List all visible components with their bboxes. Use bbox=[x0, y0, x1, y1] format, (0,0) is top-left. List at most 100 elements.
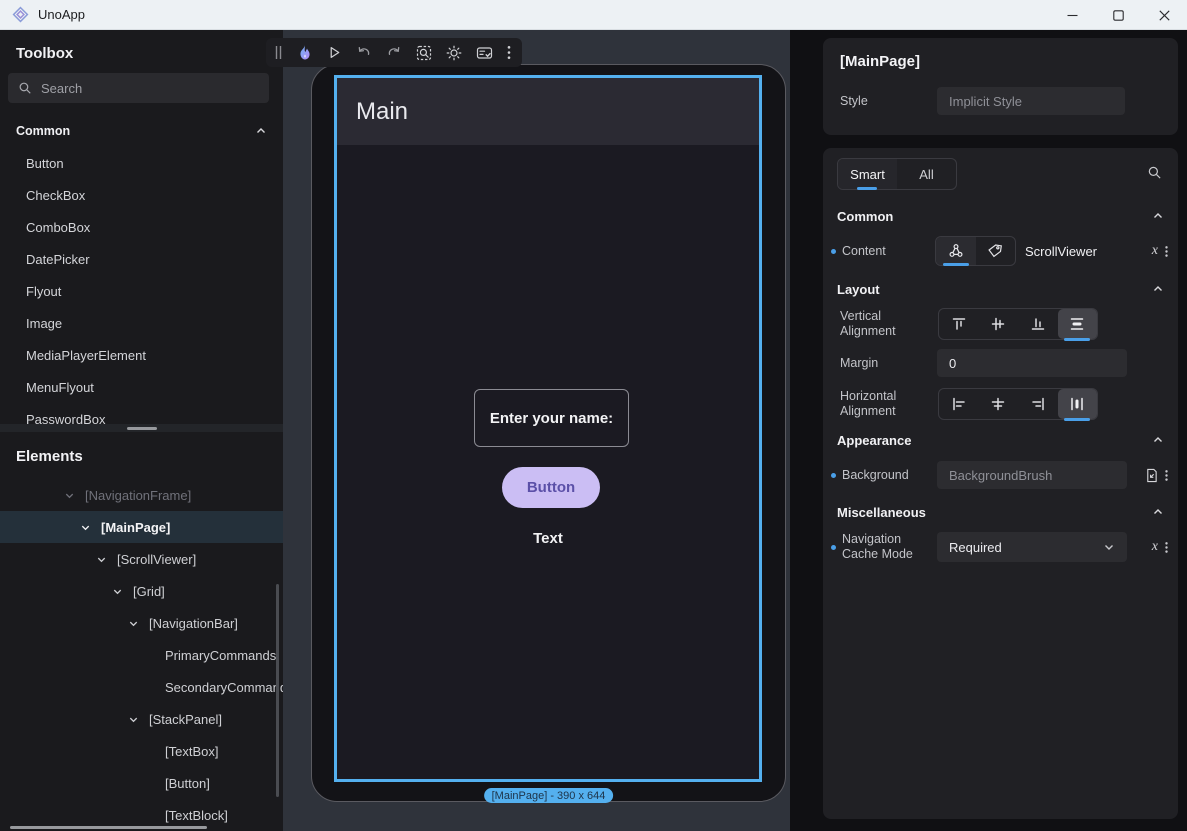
chevron-up-icon[interactable] bbox=[1152, 434, 1164, 446]
chevron-down-icon[interactable] bbox=[112, 586, 124, 597]
minimize-button[interactable] bbox=[1049, 0, 1095, 30]
property-tabs: Smart All bbox=[837, 158, 957, 190]
maximize-button[interactable] bbox=[1095, 0, 1141, 30]
chevron-up-icon[interactable] bbox=[1152, 506, 1164, 518]
visual-tree-icon[interactable] bbox=[936, 237, 976, 265]
tree-item-stackpanel[interactable]: [StackPanel] bbox=[0, 703, 283, 735]
tree-item-mainpage[interactable]: [MainPage] bbox=[0, 511, 283, 543]
tab-smart[interactable]: Smart bbox=[838, 159, 897, 189]
content-label: Content bbox=[840, 236, 932, 266]
splitter-grip-icon bbox=[127, 427, 157, 430]
tree-item-grid[interactable]: [Grid] bbox=[0, 575, 283, 607]
align-top-icon[interactable] bbox=[939, 309, 979, 339]
element-inspect-icon[interactable] bbox=[416, 45, 432, 61]
style-input[interactable]: Implicit Style bbox=[937, 87, 1125, 115]
drag-handle-icon[interactable] bbox=[274, 45, 283, 60]
tag-icon[interactable] bbox=[976, 237, 1016, 265]
design-toolbar bbox=[266, 38, 522, 67]
align-vstretch-icon[interactable] bbox=[1058, 309, 1098, 339]
align-vcenter-icon[interactable] bbox=[979, 309, 1019, 339]
more-vertical-icon[interactable] bbox=[1165, 469, 1168, 482]
align-hcenter-icon[interactable] bbox=[979, 389, 1019, 419]
group-active-indicator bbox=[1064, 338, 1090, 341]
tree-item-scrollviewer[interactable]: [ScrollViewer] bbox=[0, 543, 283, 575]
selected-element-card: [MainPage] Style Implicit Style bbox=[823, 38, 1178, 135]
app-window: UnoApp Toolbox Common bbox=[0, 0, 1187, 831]
inspector-title: [MainPage] bbox=[840, 48, 920, 74]
tree-horizontal-scrollbar[interactable] bbox=[10, 826, 207, 829]
tree-vertical-scrollbar[interactable] bbox=[276, 584, 279, 797]
page-surface[interactable]: Main Enter your name: Button Text bbox=[337, 78, 759, 779]
align-bottom-icon[interactable] bbox=[1018, 309, 1058, 339]
play-icon[interactable] bbox=[327, 45, 342, 60]
resource-document-icon[interactable] bbox=[1145, 468, 1158, 483]
toolbox-item-checkbox[interactable]: CheckBox bbox=[0, 179, 283, 211]
redo-icon[interactable] bbox=[386, 45, 402, 60]
group-active-indicator bbox=[1064, 418, 1090, 421]
hot-reload-flame-icon[interactable] bbox=[297, 44, 313, 61]
elements-title: Elements bbox=[16, 448, 83, 465]
properties-card: Smart All Common Content bbox=[823, 148, 1178, 819]
more-vertical-icon[interactable] bbox=[1165, 245, 1168, 258]
toolbox-item-menuflyout[interactable]: MenuFlyout bbox=[0, 371, 283, 403]
chevron-up-icon[interactable] bbox=[1152, 283, 1164, 295]
window-title: UnoApp bbox=[38, 7, 85, 22]
content-value: ScrollViewer bbox=[1025, 236, 1097, 266]
toolbox-search[interactable] bbox=[8, 73, 269, 103]
undo-icon[interactable] bbox=[356, 45, 372, 60]
toolbox-item-image[interactable]: Image bbox=[0, 307, 283, 339]
binding-icon[interactable]: x bbox=[1152, 243, 1158, 259]
horizontal-alignment-group bbox=[938, 388, 1098, 420]
chevron-up-icon[interactable] bbox=[255, 125, 267, 137]
navigation-cache-mode-select[interactable]: Required bbox=[937, 532, 1127, 562]
chevron-down-icon[interactable] bbox=[80, 522, 92, 533]
tree-item-secondarycommands[interactable]: SecondaryCommands bbox=[0, 671, 283, 703]
background-input[interactable]: BackgroundBrush bbox=[937, 461, 1127, 489]
tab-active-indicator bbox=[857, 187, 877, 190]
margin-input[interactable]: 0 bbox=[937, 349, 1127, 377]
panel-splitter[interactable] bbox=[0, 424, 283, 432]
close-button[interactable] bbox=[1141, 0, 1187, 30]
margin-label: Margin bbox=[840, 349, 932, 377]
align-hstretch-icon[interactable] bbox=[1058, 389, 1098, 419]
form-checklist-icon[interactable] bbox=[476, 45, 493, 61]
theme-sun-icon[interactable] bbox=[446, 45, 462, 61]
background-label: Background bbox=[840, 461, 932, 489]
toolbox-item-combobox[interactable]: ComboBox bbox=[0, 211, 283, 243]
tree-item-primarycommands[interactable]: PrimaryCommands bbox=[0, 639, 283, 671]
section-miscellaneous: Miscellaneous bbox=[837, 498, 1164, 526]
more-vertical-icon[interactable] bbox=[507, 45, 511, 60]
tree-item-navigationbar[interactable]: [NavigationBar] bbox=[0, 607, 283, 639]
navigation-bar[interactable]: Main bbox=[337, 78, 759, 145]
toolbox-item-flyout[interactable]: Flyout bbox=[0, 275, 283, 307]
more-vertical-icon[interactable] bbox=[1165, 541, 1168, 554]
designed-textblock[interactable]: Text bbox=[337, 530, 759, 547]
style-label: Style bbox=[840, 87, 932, 115]
navigation-cache-mode-label: Navigation Cache Mode bbox=[840, 532, 932, 562]
toolbox-item-mediaplayerelement[interactable]: MediaPlayerElement bbox=[0, 339, 283, 371]
designed-button[interactable]: Button bbox=[502, 467, 600, 508]
tree-item-navigationframe[interactable]: [NavigationFrame] bbox=[0, 479, 283, 511]
device-frame: Main Enter your name: Button Text [MainP… bbox=[311, 64, 786, 802]
modified-indicator bbox=[831, 473, 836, 478]
toolbox-item-datepicker[interactable]: DatePicker bbox=[0, 243, 283, 275]
chevron-down-icon[interactable] bbox=[128, 618, 140, 629]
toolbox-item-button[interactable]: Button bbox=[0, 147, 283, 179]
binding-icon[interactable]: x bbox=[1152, 539, 1158, 555]
chevron-down-icon[interactable] bbox=[96, 554, 108, 565]
chevron-up-icon[interactable] bbox=[1152, 210, 1164, 222]
align-right-icon[interactable] bbox=[1018, 389, 1058, 419]
tree-item-button[interactable]: [Button] bbox=[0, 767, 283, 799]
modified-indicator bbox=[831, 249, 836, 254]
tab-all[interactable]: All bbox=[897, 159, 956, 189]
chevron-down-icon[interactable] bbox=[128, 714, 140, 725]
page-title: Main bbox=[356, 98, 408, 126]
toolbox-section-common: Common bbox=[16, 116, 267, 146]
tree-item-textbox[interactable]: [TextBox] bbox=[0, 735, 283, 767]
properties-search-icon[interactable] bbox=[1147, 165, 1162, 180]
properties-panel: [MainPage] Style Implicit Style Smart Al… bbox=[790, 30, 1187, 831]
align-left-icon[interactable] bbox=[939, 389, 979, 419]
chevron-down-icon[interactable] bbox=[64, 490, 76, 501]
search-input[interactable] bbox=[41, 81, 231, 96]
designed-textbox[interactable]: Enter your name: bbox=[474, 389, 629, 447]
